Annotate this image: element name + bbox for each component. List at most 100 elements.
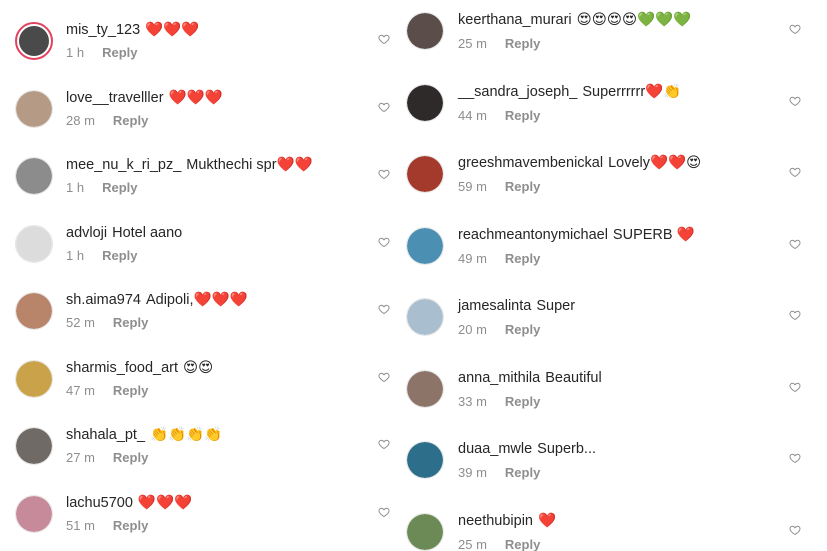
comment-text: mee_nu_k_ri_pz_ Mukthechi spr❤️❤️ bbox=[66, 155, 313, 175]
like-heart-icon[interactable] bbox=[378, 438, 390, 450]
comment-text: __sandra_joseph_ Superrrrrr❤️👏 bbox=[458, 82, 681, 102]
avatar-image bbox=[16, 495, 52, 532]
avatar[interactable] bbox=[15, 494, 53, 533]
like-heart-icon[interactable] bbox=[378, 303, 390, 315]
comment-text: keerthana_murari 😍😍😍😍💚💚💚 bbox=[458, 10, 691, 30]
comment-item: neethubipin ❤️ 25 m Reply bbox=[400, 511, 827, 551]
like-heart-icon[interactable] bbox=[789, 381, 801, 393]
reply-button[interactable]: Reply bbox=[505, 251, 540, 266]
avatar[interactable] bbox=[406, 441, 444, 479]
comment-body: Beautiful bbox=[545, 369, 602, 386]
comment-meta: 51 m Reply bbox=[66, 518, 148, 533]
comment-item: mee_nu_k_ri_pz_ Mukthechi spr❤️❤️ 1 h Reply bbox=[0, 155, 400, 215]
comment-meta: 1 h Reply bbox=[66, 180, 137, 195]
comment-username[interactable]: mis_ty_123 bbox=[66, 22, 140, 38]
reply-button[interactable]: Reply bbox=[102, 180, 137, 195]
avatar[interactable] bbox=[15, 224, 53, 263]
comment-time: 1 h bbox=[66, 247, 85, 263]
avatar[interactable] bbox=[406, 226, 444, 265]
comment-meta: 25 m Reply bbox=[458, 36, 540, 51]
comment-item: keerthana_murari 😍😍😍😍💚💚💚 25 m Reply bbox=[400, 10, 827, 70]
comment-item: advloji Hotel aano 1 h Reply bbox=[0, 223, 400, 283]
comment-username[interactable]: sharmis_food_art bbox=[66, 360, 178, 376]
comment-time: 44 m bbox=[458, 107, 487, 123]
comment-username[interactable]: mee_nu_k_ri_pz_ bbox=[66, 157, 181, 173]
like-heart-icon[interactable] bbox=[789, 524, 801, 536]
comment-meta: 39 m Reply bbox=[458, 465, 540, 480]
avatar[interactable] bbox=[406, 83, 444, 122]
avatar[interactable] bbox=[406, 12, 444, 50]
like-heart-icon[interactable] bbox=[789, 95, 801, 107]
like-heart-icon[interactable] bbox=[789, 452, 801, 464]
comment-item: mis_ty_123 ❤️❤️❤️ 1 h Reply bbox=[0, 20, 400, 80]
avatar[interactable] bbox=[406, 512, 444, 551]
avatar-image bbox=[407, 84, 443, 121]
comment-time: 51 m bbox=[66, 517, 95, 533]
comment-text: jamesalinta Super bbox=[458, 296, 575, 316]
like-heart-icon[interactable] bbox=[789, 309, 801, 321]
like-heart-icon[interactable] bbox=[378, 168, 390, 180]
reply-button[interactable]: Reply bbox=[113, 383, 148, 398]
comment-username[interactable]: lachu5700 bbox=[66, 495, 133, 511]
comment-time: 20 m bbox=[458, 322, 487, 337]
comment-username[interactable]: anna_mithila bbox=[458, 370, 540, 386]
reply-button[interactable]: Reply bbox=[113, 315, 148, 330]
reply-button[interactable]: Reply bbox=[505, 36, 540, 51]
comment-text: shahala_pt_ 👏👏👏👏 bbox=[66, 425, 222, 445]
reply-button[interactable]: Reply bbox=[505, 179, 540, 194]
like-heart-icon[interactable] bbox=[378, 33, 390, 45]
like-heart-icon[interactable] bbox=[789, 238, 801, 250]
avatar-image bbox=[16, 428, 52, 464]
like-heart-icon[interactable] bbox=[378, 506, 390, 518]
reply-button[interactable]: Reply bbox=[113, 450, 148, 465]
comment-username[interactable]: greeshmavembenickal bbox=[458, 155, 603, 171]
reply-button[interactable]: Reply bbox=[505, 537, 540, 551]
comment-username[interactable]: reachmeantonymichael bbox=[458, 227, 608, 243]
avatar[interactable] bbox=[15, 89, 53, 128]
reply-button[interactable]: Reply bbox=[113, 113, 148, 128]
comment-username[interactable]: neethubipin bbox=[458, 513, 533, 529]
comment-username[interactable]: love__travelller bbox=[66, 90, 164, 106]
comment-username[interactable]: advloji bbox=[66, 225, 107, 241]
like-heart-icon[interactable] bbox=[378, 236, 390, 248]
avatar[interactable] bbox=[15, 292, 53, 330]
comment-item: greeshmavembenickal Lovely❤️❤️😍 59 m Reply bbox=[400, 153, 827, 213]
like-heart-icon[interactable] bbox=[789, 166, 801, 178]
reply-button[interactable]: Reply bbox=[505, 322, 540, 337]
avatar-image bbox=[407, 156, 443, 192]
comment-username[interactable]: shahala_pt_ bbox=[66, 427, 145, 443]
comment-text: reachmeantonymichael SUPERB ❤️ bbox=[458, 225, 695, 245]
comment-username[interactable]: keerthana_murari bbox=[458, 12, 572, 28]
reply-button[interactable]: Reply bbox=[102, 248, 137, 263]
reply-button[interactable]: Reply bbox=[505, 394, 540, 409]
avatar[interactable] bbox=[406, 155, 444, 193]
avatar[interactable] bbox=[406, 298, 444, 336]
avatar[interactable] bbox=[15, 427, 53, 465]
comment-username[interactable]: duaa_mwle bbox=[458, 441, 532, 457]
reply-button[interactable]: Reply bbox=[505, 465, 540, 480]
avatar[interactable] bbox=[15, 157, 53, 195]
comment-item: lachu5700 ❤️❤️❤️ 51 m Reply bbox=[0, 493, 400, 551]
comment-meta: 47 m Reply bbox=[66, 383, 148, 398]
avatar[interactable] bbox=[406, 369, 444, 408]
avatar[interactable] bbox=[15, 359, 53, 398]
comments-column-left: mis_ty_123 ❤️❤️❤️ 1 h Reply love__travelller… bbox=[0, 0, 400, 551]
reply-button[interactable]: Reply bbox=[102, 45, 137, 60]
comment-time: 33 m bbox=[458, 393, 487, 409]
like-heart-icon[interactable] bbox=[378, 101, 390, 113]
comment-meta: 25 m Reply bbox=[458, 537, 540, 551]
like-heart-icon[interactable] bbox=[789, 23, 801, 35]
comment-text: sh.aima974 Adipoli,❤️❤️❤️ bbox=[66, 290, 248, 310]
comment-body: ❤️ bbox=[538, 512, 557, 529]
like-heart-icon[interactable] bbox=[378, 371, 390, 383]
reply-button[interactable]: Reply bbox=[113, 518, 148, 533]
comment-username[interactable]: jamesalinta bbox=[458, 298, 531, 314]
comment-meta: 33 m Reply bbox=[458, 394, 540, 409]
reply-button[interactable]: Reply bbox=[505, 108, 540, 123]
comment-username[interactable]: sh.aima974 bbox=[66, 292, 141, 308]
avatar-image bbox=[16, 225, 52, 262]
comment-meta: 28 m Reply bbox=[66, 113, 148, 128]
comment-time: 28 m bbox=[66, 112, 95, 128]
comment-username[interactable]: __sandra_joseph_ bbox=[458, 84, 577, 100]
avatar[interactable] bbox=[15, 22, 53, 60]
